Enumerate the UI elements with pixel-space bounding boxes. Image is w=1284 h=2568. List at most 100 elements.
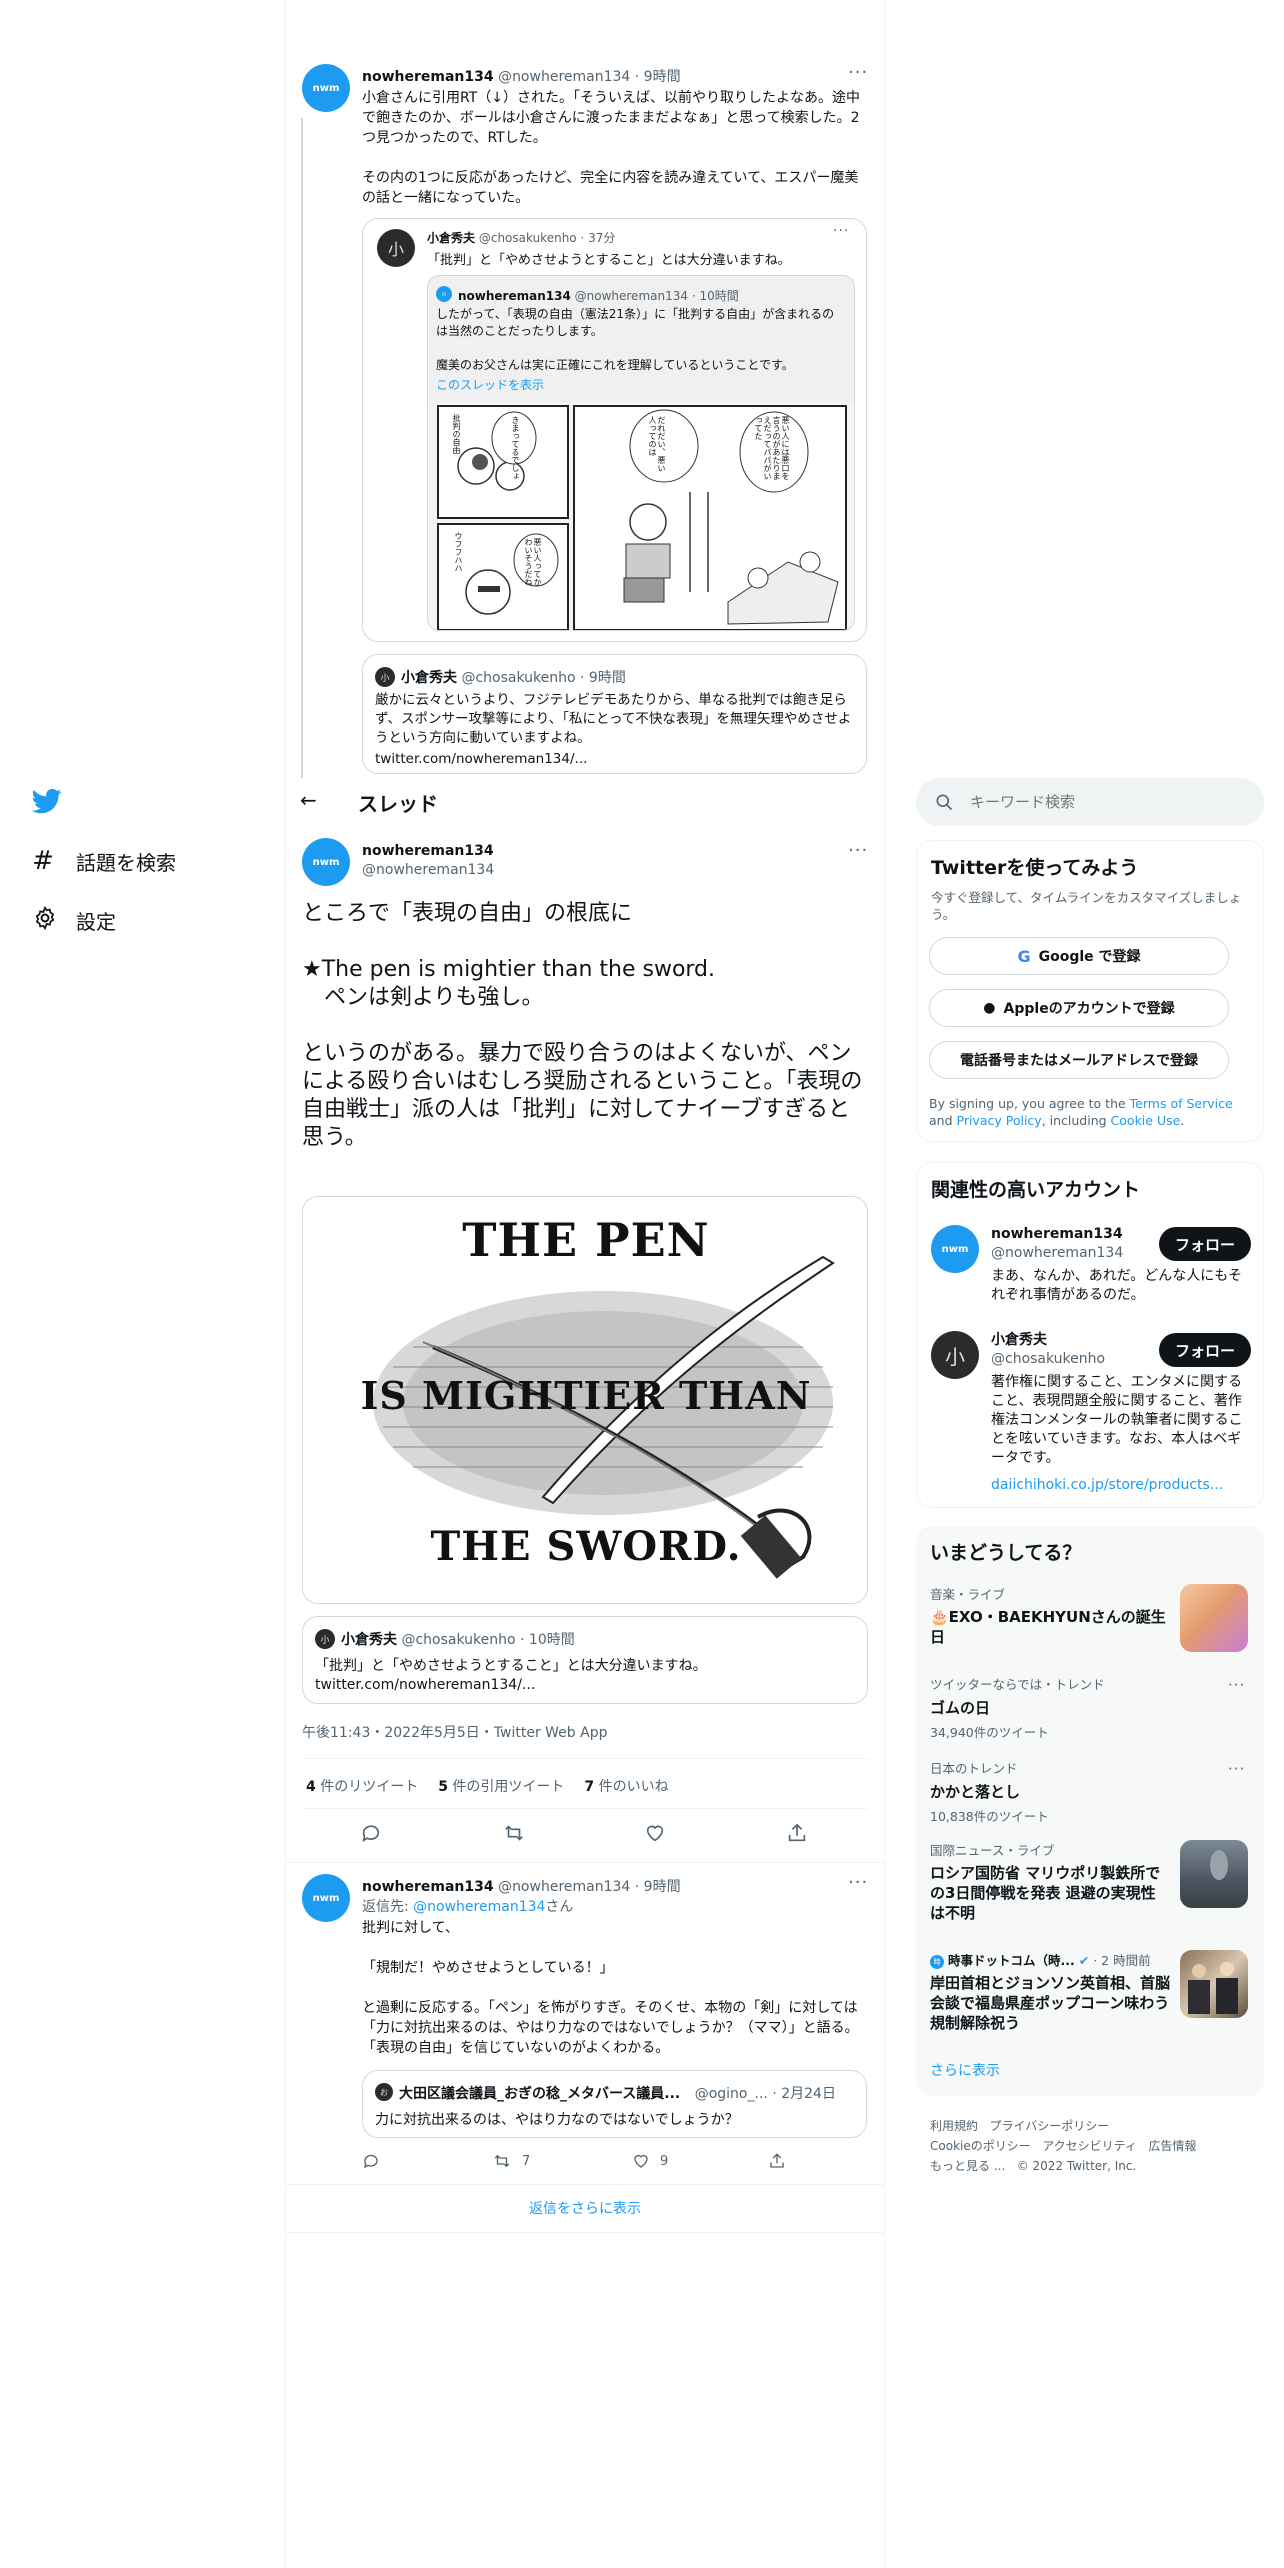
retweet-button[interactable]: 7 bbox=[492, 2152, 530, 2170]
account-link[interactable]: daiichihoki.co.jp/store/products... bbox=[991, 1477, 1255, 1493]
reply-icon[interactable] bbox=[362, 2152, 380, 2174]
quote-link[interactable]: twitter.com/nowhereman134/... bbox=[315, 1677, 535, 1693]
show-thread-link[interactable]: このスレッドを表示 bbox=[436, 376, 544, 393]
footer-links: 利用規約 プライバシーポリシー Cookieのポリシー アクセシビリティ 広告情… bbox=[930, 2116, 1260, 2176]
trend-source: 時事ドットコム（時... bbox=[947, 1953, 1075, 1968]
footer-link[interactable]: プライバシーポリシー bbox=[989, 2119, 1109, 2133]
nested-quote-card[interactable]: n nowhereman134 @nowhereman134 · 10時間 した… bbox=[427, 275, 855, 631]
google-signup-button[interactable]: G Google で登録 bbox=[929, 937, 1229, 975]
divider bbox=[302, 1758, 868, 1759]
trend-time: 2 時間前 bbox=[1101, 1953, 1151, 1968]
reply-icon[interactable] bbox=[360, 1822, 382, 1848]
tweet-stats: 4 件のリツイート 5 件の引用ツイート 7 件のいいね bbox=[306, 1776, 669, 1796]
terms-text: . bbox=[1180, 1113, 1185, 1128]
signup-terms: By signing up, you agree to the Terms of… bbox=[929, 1095, 1255, 1129]
quoted-tweet-card[interactable]: 小 小倉秀夫 @chosakukenho · 9時間 厳かに云々というより、フジ… bbox=[362, 654, 867, 774]
more-icon[interactable]: ··· bbox=[848, 840, 868, 861]
quoted-tweet-card[interactable]: 小 小倉秀夫 @chosakukenho · 37分 ··· 「批判」と「やめさ… bbox=[362, 218, 867, 642]
apple-signup-label: Appleのアカウントで登録 bbox=[1003, 1001, 1175, 1017]
retweet-icon[interactable] bbox=[502, 1822, 526, 1848]
footer-more-link[interactable]: もっと見る ... bbox=[930, 2159, 1005, 2173]
avatar[interactable]: nwm bbox=[302, 838, 350, 886]
tweet-time[interactable]: 9時間 bbox=[644, 1879, 681, 1895]
like-button[interactable]: 9 bbox=[632, 2152, 668, 2170]
footer-link[interactable]: 利用規約 bbox=[930, 2119, 978, 2133]
like-icon[interactable] bbox=[644, 1822, 666, 1848]
apple-signup-button[interactable]: ● Appleのアカウントで登録 bbox=[929, 989, 1229, 1027]
quoted-tweet-card[interactable]: お 大田区議会議員_おぎの稔_メタバース議員... @ogino_... · 2… bbox=[362, 2070, 867, 2138]
more-icon[interactable]: ··· bbox=[848, 62, 868, 83]
author-name: 大田区議会議員_おぎの稔_メタバース議員... bbox=[399, 2086, 681, 2102]
related-accounts-card: 関連性の高いアカウント nwm nowhereman134 @nowherema… bbox=[916, 1162, 1264, 1508]
trend-item[interactable]: 時 時事ドットコム（時... ✔ · 2 時間前 岸田首相とジョンソン英首相、首… bbox=[930, 1950, 1184, 2033]
search-box[interactable] bbox=[916, 778, 1264, 826]
quote-text: 「批判」と「やめさせようとすること」とは大分違いますね。 bbox=[315, 1658, 707, 1674]
image-text-line2: IS MIGHTIER THAN bbox=[360, 1373, 812, 1418]
avatar[interactable]: 小 bbox=[931, 1331, 979, 1379]
account-handle: @nowhereman134 bbox=[991, 1245, 1124, 1261]
gear-icon bbox=[32, 905, 58, 935]
share-icon[interactable] bbox=[768, 2152, 786, 2174]
author-handle[interactable]: @nowhereman134 bbox=[498, 69, 630, 85]
trend-item[interactable]: 日本のトレンド かかと落とし 10,838件のツイート bbox=[930, 1758, 1230, 1825]
phone-signup-button[interactable]: 電話番号またはメールアドレスで登録 bbox=[929, 1041, 1229, 1079]
likes-stat[interactable]: 7 件のいいね bbox=[584, 1776, 668, 1796]
footer-link[interactable]: アクセシビリティ bbox=[1042, 2139, 1137, 2153]
reply-to-handle[interactable]: @nowhereman134 bbox=[413, 1899, 545, 1915]
quote-header: 小倉秀夫 @chosakukenho · 10時間 bbox=[341, 1632, 575, 1648]
quoted-tweet-card[interactable]: 小 小倉秀夫 @chosakukenho · 10時間 「批判」と「やめさせよう… bbox=[302, 1616, 868, 1704]
main-tweet-author[interactable]: nowhereman134 @nowhereman134 bbox=[362, 842, 494, 880]
tweet-image[interactable]: THE PEN IS MIGHTIER THAN THE SWORD. bbox=[302, 1196, 868, 1604]
trend-thumbnail[interactable] bbox=[1180, 1840, 1248, 1908]
author-handle: @ogino_... bbox=[694, 2086, 768, 2102]
tweet-time[interactable]: 9時間 bbox=[644, 69, 681, 85]
more-icon[interactable]: ··· bbox=[1228, 1676, 1245, 1694]
quote-link[interactable]: twitter.com/nowhereman134/... bbox=[375, 751, 587, 767]
terms-link[interactable]: Terms of Service bbox=[1130, 1096, 1233, 1111]
search-input[interactable] bbox=[970, 790, 1250, 814]
back-arrow-icon[interactable]: ← bbox=[300, 788, 317, 812]
privacy-link[interactable]: Privacy Policy bbox=[957, 1113, 1042, 1128]
follow-button[interactable]: フォロー bbox=[1159, 1227, 1251, 1261]
related-account-1[interactable]: nowhereman134 @nowhereman134 bbox=[991, 1225, 1123, 1263]
author-name[interactable]: nowhereman134 bbox=[362, 1879, 494, 1895]
avatar[interactable]: nwm bbox=[302, 1874, 350, 1922]
account-name: nowhereman134 bbox=[991, 1226, 1123, 1242]
thread-connector-line bbox=[301, 118, 303, 778]
show-more-replies-link[interactable]: 返信をさらに表示 bbox=[286, 2198, 884, 2218]
trends-title: いまどうしてる？ bbox=[930, 1542, 1082, 1564]
manga-image[interactable]: きまってるでしょ だれだい、悪い人ってのは 悪い人には悪口を言うのがあたりまえだ… bbox=[428, 402, 854, 630]
nav-explore[interactable]: # 話題を検索 bbox=[30, 846, 176, 876]
quote-header: 大田区議会議員_おぎの稔_メタバース議員... @ogino_... · 2月2… bbox=[399, 2086, 836, 2102]
twitter-logo-icon[interactable] bbox=[30, 786, 64, 818]
more-icon[interactable]: ··· bbox=[833, 223, 849, 239]
share-icon[interactable] bbox=[786, 1822, 808, 1848]
author-handle[interactable]: @nowhereman134 bbox=[498, 1879, 630, 1895]
footer-link[interactable]: 広告情報 bbox=[1148, 2139, 1196, 2153]
nav-settings[interactable]: 設定 bbox=[32, 905, 116, 935]
retweets-stat[interactable]: 4 件のリツイート bbox=[306, 1776, 418, 1796]
more-icon[interactable]: ··· bbox=[848, 1872, 868, 1893]
trend-thumbnail[interactable] bbox=[1180, 1584, 1248, 1652]
avatar[interactable]: nwm bbox=[931, 1225, 979, 1273]
trends-card: いまどうしてる？ 音楽・ライブ 🎂EXO・BAEKHYUNさんの誕生日 ツイッタ… bbox=[916, 1526, 1264, 2096]
trend-item[interactable]: 国際ニュース・ライブ ロシア国防省 マリウポリ製鉄所での3日間停戦を発表 退避の… bbox=[930, 1840, 1170, 1923]
related-account-2[interactable]: 小倉秀夫 @chosakukenho bbox=[991, 1331, 1105, 1369]
trend-item[interactable]: 音楽・ライブ 🎂EXO・BAEKHYUNさんの誕生日 bbox=[930, 1584, 1180, 1647]
more-icon[interactable]: ··· bbox=[1228, 1760, 1245, 1778]
like-count: 9 bbox=[660, 2153, 669, 2169]
quotes-stat[interactable]: 5 件の引用ツイート bbox=[438, 1776, 564, 1796]
trend-thumbnail[interactable] bbox=[1180, 1950, 1248, 2018]
cookie-link[interactable]: Cookie Use bbox=[1111, 1113, 1181, 1128]
trend-item[interactable]: ツイッターならでは・トレンド ゴムの日 34,940件のツイート bbox=[930, 1674, 1230, 1741]
trend-count: 10,838件のツイート bbox=[930, 1809, 1049, 1824]
follow-button[interactable]: フォロー bbox=[1159, 1333, 1251, 1367]
author-name[interactable]: nowhereman134 bbox=[362, 69, 494, 85]
tweet-timestamp[interactable]: 午後11:43・2022年5月5日・Twitter Web App bbox=[302, 1722, 607, 1742]
avatar[interactable]: nwm bbox=[302, 64, 350, 112]
author-name: 小倉秀夫 bbox=[427, 231, 476, 245]
apple-icon: ● bbox=[983, 1000, 996, 1016]
trends-show-more-link[interactable]: さらに表示 bbox=[930, 2060, 1000, 2080]
tweet-header: nowhereman134 @nowhereman134 · 9時間 bbox=[362, 69, 681, 85]
footer-link[interactable]: Cookieのポリシー bbox=[930, 2139, 1031, 2153]
